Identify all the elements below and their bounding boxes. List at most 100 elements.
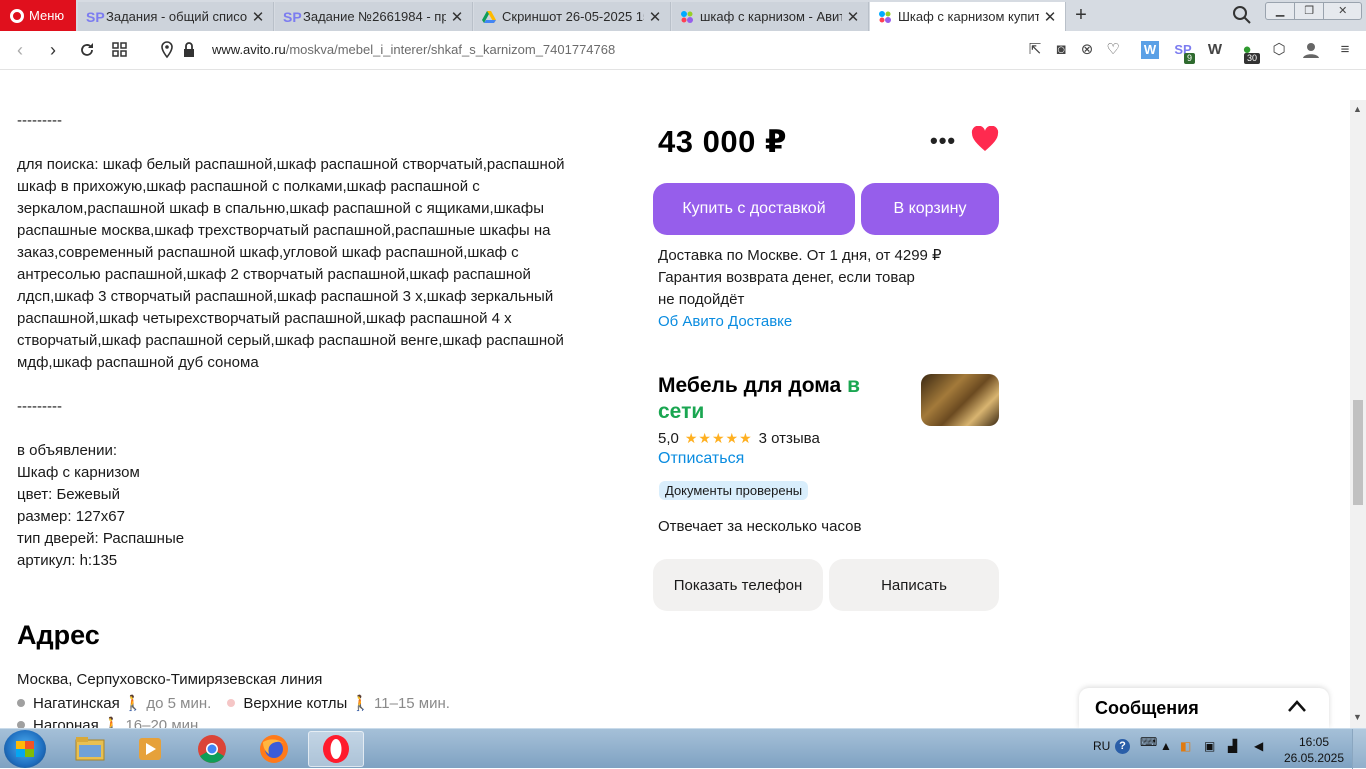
url-text[interactable]: www.avito.ru/moskva/mebel_i_interer/shka…: [212, 42, 615, 57]
back-icon[interactable]: ‹: [10, 40, 30, 60]
w-extension-icon[interactable]: W: [1141, 41, 1159, 59]
firefox-taskbar-button[interactable]: [246, 731, 302, 767]
location-pin-icon[interactable]: [157, 41, 177, 59]
scroll-down-icon[interactable]: ▼: [1353, 712, 1362, 722]
network-device-icon[interactable]: ▣: [1204, 739, 1215, 753]
metro-station: Нагатинская: [33, 694, 120, 712]
avito-delivery-link[interactable]: Об Авито Доставке: [658, 311, 978, 333]
show-phone-button[interactable]: Показать телефон: [653, 559, 823, 611]
clock-time: 16:05: [1298, 735, 1330, 749]
close-icon[interactable]: ✕: [846, 8, 860, 26]
reload-icon[interactable]: [77, 41, 97, 59]
delivery-info: Доставка по Москве. От 1 дня, от 4299 ₽ …: [658, 245, 978, 333]
close-icon[interactable]: ✕: [251, 8, 265, 26]
restore-icon[interactable]: ❐: [1295, 3, 1325, 19]
metro-line-dot-icon: [17, 721, 25, 728]
tab-4[interactable]: шкаф с карнизом - Авито ✕: [672, 2, 869, 31]
price: 43 000 ₽: [658, 124, 787, 159]
wiki-extension-icon[interactable]: W: [1206, 41, 1224, 59]
firefox-icon: [260, 735, 288, 763]
tab-2[interactable]: SP Задание №2661984 - про ✕: [275, 2, 473, 31]
keyboard-icon[interactable]: ⌨: [1140, 735, 1157, 749]
tab-5-active[interactable]: Шкаф с карнизом купить ✕: [870, 2, 1066, 31]
heart-bookmark-icon[interactable]: ♡: [1104, 41, 1122, 59]
metro-station: Верхние котлы: [243, 694, 348, 712]
add-to-cart-button[interactable]: В корзину: [861, 183, 999, 235]
rating-stars-icon: ★★★★★: [684, 430, 753, 446]
seller-rating[interactable]: 5,0 ★★★★★ 3 отзыва: [658, 430, 820, 447]
seller-name[interactable]: Мебель для дома в сети: [658, 373, 888, 425]
unsubscribe-link[interactable]: Отписаться: [658, 450, 744, 468]
metro-row: Нагорная 🚶 16–20 мин.: [17, 716, 214, 728]
system-clock[interactable]: 16:05 26.05.2025: [1282, 734, 1346, 766]
new-tab-button[interactable]: +: [1070, 4, 1092, 27]
media-player-taskbar-button[interactable]: [122, 731, 178, 767]
start-button[interactable]: [4, 730, 46, 768]
avito-favicon-icon: [879, 10, 891, 23]
help-icon[interactable]: ?: [1115, 739, 1130, 754]
write-message-button[interactable]: Написать: [829, 559, 999, 611]
window-close-icon[interactable]: ✕: [1324, 3, 1361, 19]
search-keywords: для поиска: шкаф белый распашной,шкаф ра…: [17, 156, 565, 371]
speed-dial-icon[interactable]: [110, 42, 130, 58]
desc-line: в объявлении:: [17, 442, 117, 459]
tab-search-icon[interactable]: [1232, 5, 1252, 25]
chevron-up-icon[interactable]: [1287, 699, 1307, 713]
metro-line-dot-icon: [227, 699, 236, 707]
seller-avatar[interactable]: [921, 374, 999, 426]
lock-icon[interactable]: [179, 41, 199, 59]
opera-menu-label: Меню: [29, 8, 65, 23]
chrome-taskbar-button[interactable]: [184, 731, 240, 767]
tray-expand-icon[interactable]: ▲: [1160, 739, 1172, 753]
media-player-icon: [139, 738, 161, 760]
documents-verified-badge: Документы проверены: [659, 481, 809, 500]
easy-setup-icon[interactable]: ≡: [1336, 41, 1354, 59]
response-time: Отвечает за несколько часов: [658, 518, 862, 535]
opera-icon: [323, 735, 349, 763]
signal-icon[interactable]: ▟: [1228, 739, 1237, 753]
opera-logo-icon: [10, 8, 24, 23]
language-indicator[interactable]: RU: [1093, 739, 1110, 753]
minimize-icon[interactable]: ▁: [1266, 3, 1296, 19]
chrome-icon: [198, 735, 226, 763]
more-options-icon[interactable]: •••: [930, 128, 956, 154]
tab-title: Скриншот 26-05-2025 152: [502, 9, 644, 24]
profile-avatar-icon[interactable]: [1302, 41, 1320, 59]
favorite-heart-icon[interactable]: [971, 126, 999, 152]
opera-menu-button[interactable]: Меню: [0, 0, 76, 31]
explorer-taskbar-button[interactable]: [62, 731, 118, 767]
messages-widget[interactable]: Сообщения: [1079, 688, 1329, 728]
messages-label: Сообщения: [1095, 697, 1199, 718]
rating-value: 5,0: [658, 430, 679, 447]
cube-extension-icon[interactable]: ⬡: [1270, 41, 1288, 59]
share-icon[interactable]: ⇱: [1026, 41, 1044, 59]
tab-3[interactable]: Скриншот 26-05-2025 152 ✕: [474, 2, 671, 31]
forward-icon[interactable]: ›: [43, 40, 63, 60]
metro-station: Нагорная: [33, 716, 99, 729]
walking-icon: 🚶: [123, 695, 143, 712]
tray-app-icon[interactable]: ◧: [1180, 739, 1191, 753]
metro-line-dot-icon: [17, 699, 25, 707]
page-scrollbar[interactable]: ▲ ▼: [1350, 100, 1366, 728]
adblock-icon[interactable]: ⊗: [1078, 41, 1096, 59]
scroll-up-icon[interactable]: ▲: [1353, 104, 1362, 114]
close-icon[interactable]: ✕: [450, 8, 464, 26]
desc-line: цвет: Бежевый: [17, 486, 120, 503]
sp-extension-badge: 9: [1184, 53, 1196, 64]
browser-tab-strip: Меню SP Задания - общий список з ✕ SP За…: [0, 0, 1366, 31]
address-heading: Адрес: [17, 620, 100, 650]
reviews-count: 3 отзыва: [758, 430, 820, 447]
scroll-thumb[interactable]: [1353, 400, 1363, 505]
volume-icon[interactable]: ◀: [1254, 739, 1263, 753]
address-text: Москва, Серпуховско-Тимирязевская линия: [17, 671, 323, 688]
show-desktop-button[interactable]: [1352, 729, 1366, 769]
desc-line: артикул: h:135: [17, 552, 118, 569]
close-icon[interactable]: ✕: [1043, 8, 1057, 26]
clock-date: 26.05.2025: [1283, 751, 1345, 765]
tab-1[interactable]: SP Задания - общий список з ✕: [78, 2, 274, 31]
opera-taskbar-button[interactable]: [308, 731, 364, 767]
close-icon[interactable]: ✕: [648, 8, 662, 26]
camera-icon[interactable]: ◙: [1052, 41, 1070, 59]
buy-with-delivery-button[interactable]: Купить с доставкой: [653, 183, 855, 235]
sp-favicon-icon: SP: [283, 8, 302, 25]
